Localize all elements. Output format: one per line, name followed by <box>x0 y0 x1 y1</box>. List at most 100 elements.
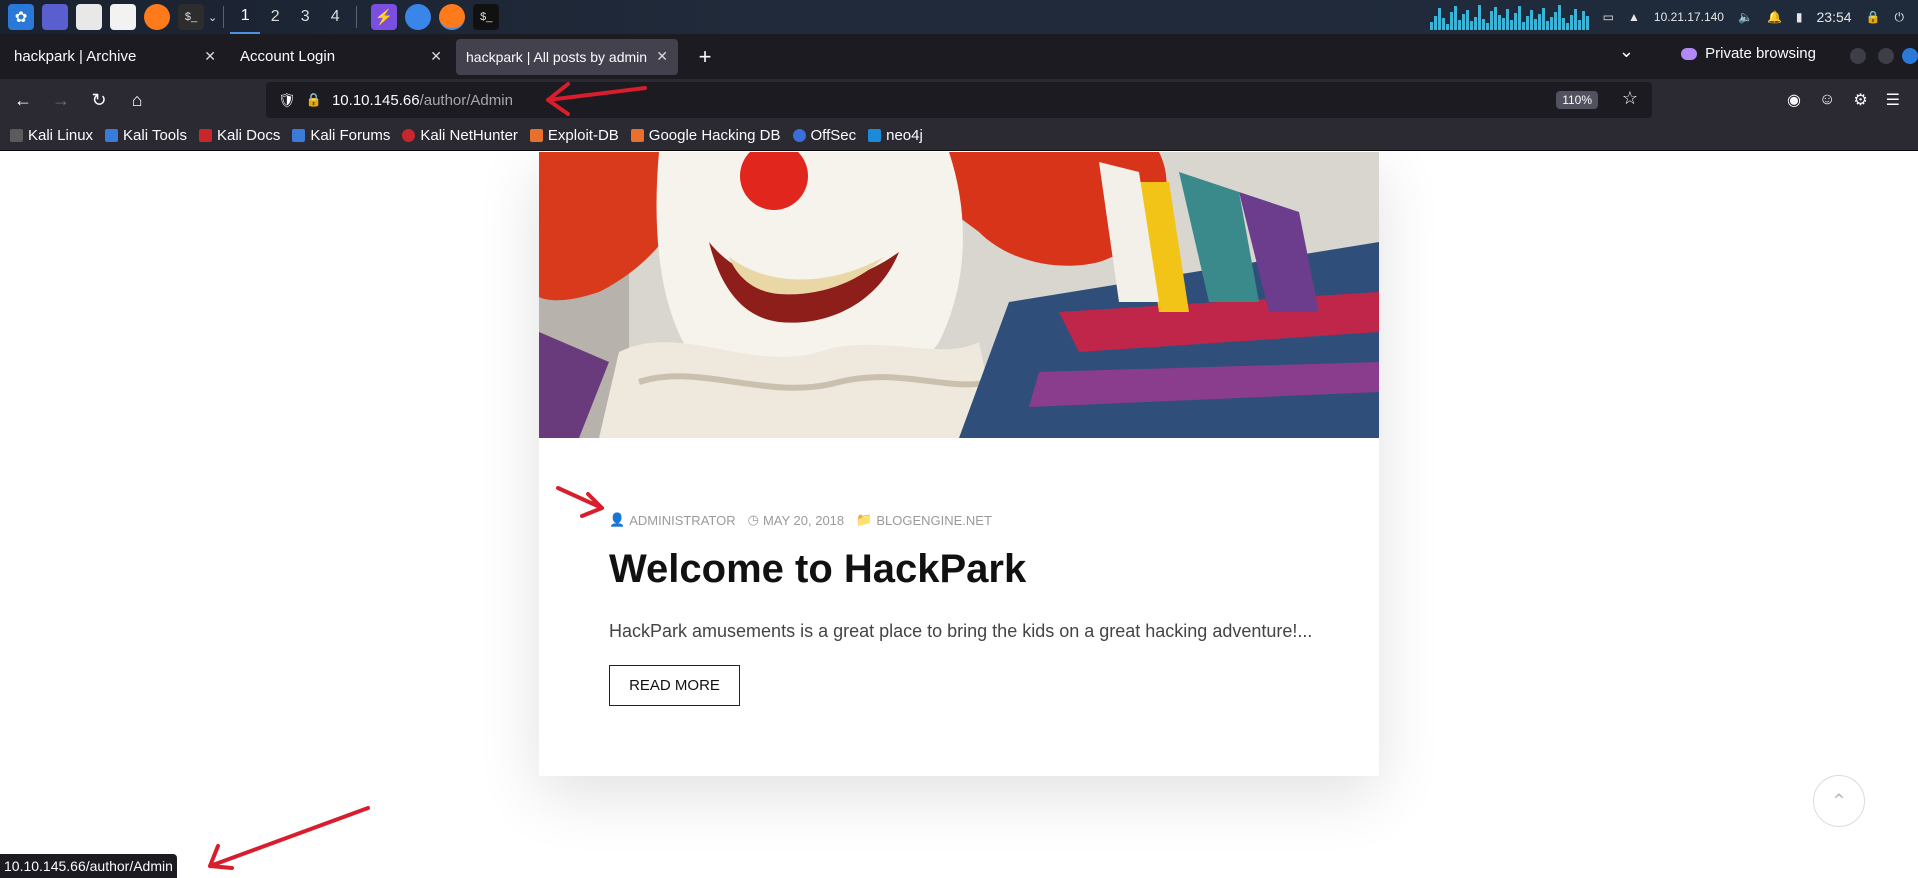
cpu-bar <box>1577 20 1581 30</box>
cpu-bar <box>1449 12 1453 30</box>
cpu-bar <box>1569 15 1573 30</box>
vpn-icon[interactable]: ▲ <box>1628 10 1640 24</box>
url-text[interactable]: 10.10.145.66/author/Admin <box>332 92 513 109</box>
bookmark-exploit-db[interactable]: Exploit-DB <box>529 127 619 144</box>
tab-archive[interactable]: hackpark | Archive ✕ <box>4 39 226 75</box>
forward-button[interactable]: → <box>44 83 78 117</box>
tab-label: hackpark | Archive <box>14 48 137 65</box>
firefox-running-icon[interactable] <box>439 4 466 30</box>
bookmark-kali-linux[interactable]: Kali Linux <box>10 127 93 144</box>
address-bar[interactable]: 🛡 🔒 10.10.145.66/author/Admin 110% ☆ <box>266 82 1652 118</box>
account-icon[interactable]: ☺ <box>1819 91 1835 109</box>
chromium-icon[interactable] <box>405 4 432 30</box>
cpu-bar <box>1457 20 1461 30</box>
back-button[interactable]: ← <box>6 83 40 117</box>
pocket-icon[interactable]: ◉ <box>1787 90 1801 110</box>
kali-linux-icon <box>10 129 23 142</box>
bookmark-kali-docs[interactable]: Kali Docs <box>198 127 280 144</box>
read-more-button[interactable]: READ MORE <box>609 665 740 706</box>
volume-icon[interactable]: 🔈 <box>1738 10 1753 24</box>
page-info-icon[interactable]: 🔒 <box>306 92 322 108</box>
cpu-bar <box>1573 9 1577 30</box>
reload-button[interactable]: ↻ <box>82 83 116 117</box>
lock-icon[interactable]: 🔒 <box>1866 10 1881 24</box>
home-button[interactable]: ⌂ <box>120 83 154 117</box>
text-editor-icon[interactable] <box>110 4 136 30</box>
close-icon[interactable]: ✕ <box>656 48 668 65</box>
file-manager-icon[interactable] <box>76 4 102 30</box>
bookmark-label: Kali Linux <box>28 127 94 144</box>
post-author[interactable]: 👤 ADMINISTRATOR <box>609 512 736 528</box>
bookmark-label: Kali Tools <box>123 127 187 144</box>
toolbar-right: ◉ ☺ ⚙ ☰ <box>1787 79 1918 121</box>
firefox-icon[interactable] <box>144 4 170 30</box>
cpu-bar <box>1477 5 1481 30</box>
cpu-bar <box>1541 8 1545 30</box>
cpu-bar <box>1521 22 1525 30</box>
terminal-running-icon[interactable]: $_ <box>473 4 500 30</box>
private-browsing-indicator: Private browsing <box>1681 45 1816 62</box>
tab-account-login[interactable]: Account Login ✕ <box>230 39 452 75</box>
battery-icon[interactable]: ▮ <box>1796 10 1803 24</box>
workspace-2[interactable]: 2 <box>260 0 290 34</box>
cpu-bar <box>1529 10 1533 30</box>
menu-icon[interactable]: ☰ <box>1886 90 1900 110</box>
back-to-top-button[interactable]: ⌃ <box>1813 775 1865 827</box>
close-window-button[interactable] <box>1902 48 1918 64</box>
notification-icon[interactable]: 🔔 <box>1767 10 1782 24</box>
bookmark-kali-forums[interactable]: Kali Forums <box>292 127 390 144</box>
bookmark-label: Kali Forums <box>310 127 391 144</box>
cpu-bar <box>1533 19 1537 30</box>
workspace-3[interactable]: 3 <box>290 0 320 34</box>
cpu-bar <box>1581 11 1585 30</box>
cpu-bar <box>1453 6 1457 30</box>
cpu-bar <box>1537 14 1541 30</box>
private-browsing-label: Private browsing <box>1705 45 1816 62</box>
cpu-bar <box>1493 7 1497 30</box>
post-author-name: ADMINISTRATOR <box>629 512 736 528</box>
post-date-text: MAY 20, 2018 <box>762 512 845 528</box>
kali-docs-icon <box>198 129 212 142</box>
close-icon[interactable]: ✕ <box>204 48 216 65</box>
power-icon[interactable]: ⏻ <box>1895 10 1905 25</box>
post-title[interactable]: Welcome to HackPark <box>609 547 1026 592</box>
post-date: ◷ MAY 20, 2018 <box>748 512 845 528</box>
show-desktop-icon[interactable] <box>42 4 68 30</box>
cpu-bar <box>1481 19 1485 30</box>
cpu-graph-icon <box>1429 4 1589 30</box>
post-featured-image[interactable] <box>539 152 1379 438</box>
tab-label: hackpark | All posts by admin <box>466 48 648 65</box>
web-page: 👤 ADMINISTRATOR ◷ MAY 20, 2018 📁 BLOGENG… <box>0 152 1918 878</box>
list-all-tabs-icon[interactable]: ⌄ <box>1619 41 1634 62</box>
bookmark-star-icon[interactable]: ☆ <box>1622 88 1638 109</box>
taskbar-separator <box>356 6 358 28</box>
bookmark-kali-tools[interactable]: Kali Tools <box>105 127 187 144</box>
tab-all-posts[interactable]: hackpark | All posts by admin ✕ <box>456 38 678 75</box>
maximize-button[interactable] <box>1878 48 1894 64</box>
kali-menu-icon[interactable]: ✿ <box>8 4 34 30</box>
post-category[interactable]: 📁 BLOGENGINE.NET <box>856 512 992 528</box>
bookmark-google-hacking-db[interactable]: Google Hacking DB <box>630 127 781 144</box>
display-icon[interactable]: ▭ <box>1603 10 1614 24</box>
bookmark-label: OffSec <box>810 127 857 144</box>
minimize-button[interactable] <box>1850 48 1866 64</box>
chevron-down-icon[interactable]: ⌄ <box>208 11 217 24</box>
bookmark-neo4j[interactable]: neo4j <box>868 127 923 144</box>
workspace-4[interactable]: 4 <box>320 0 350 34</box>
terminal-icon[interactable]: $_ <box>178 4 204 30</box>
cpu-bar <box>1509 20 1513 30</box>
extensions-icon[interactable]: ⚙ <box>1853 90 1867 110</box>
burp-icon[interactable]: ⚡ <box>371 4 398 30</box>
bookmark-label: Kali NetHunter <box>420 127 518 144</box>
new-tab-button[interactable]: + <box>690 44 720 70</box>
folder-icon: 📁 <box>856 512 873 527</box>
close-icon[interactable]: ✕ <box>430 48 442 65</box>
bookmark-offsec[interactable]: OffSec <box>792 127 857 144</box>
bookmark-kali-nethunter[interactable]: Kali NetHunter <box>402 127 518 144</box>
exploit-db-icon <box>529 129 543 142</box>
cpu-bar <box>1561 18 1565 30</box>
shield-icon[interactable]: 🛡 <box>278 92 296 109</box>
cpu-bar <box>1549 17 1553 30</box>
workspace-1[interactable]: 1 <box>230 0 261 34</box>
zoom-level-button[interactable]: 110% <box>1556 91 1598 109</box>
